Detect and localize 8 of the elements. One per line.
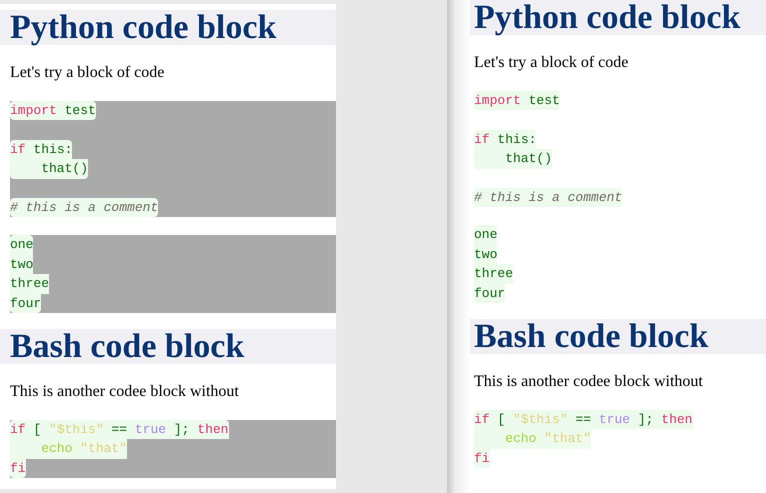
paragraph: This is another codee block without [10,383,240,402]
paragraph: Let's try a block of code [10,64,166,82]
section-heading: Bash code block [470,319,766,354]
section-heading: Python code block [470,0,766,35]
paragraph: This is another codee block without [474,373,704,392]
section-heading: Python code block [0,10,336,45]
paragraph: Let's try a block of code [474,54,630,72]
section-heading: Bash code block [0,329,336,364]
